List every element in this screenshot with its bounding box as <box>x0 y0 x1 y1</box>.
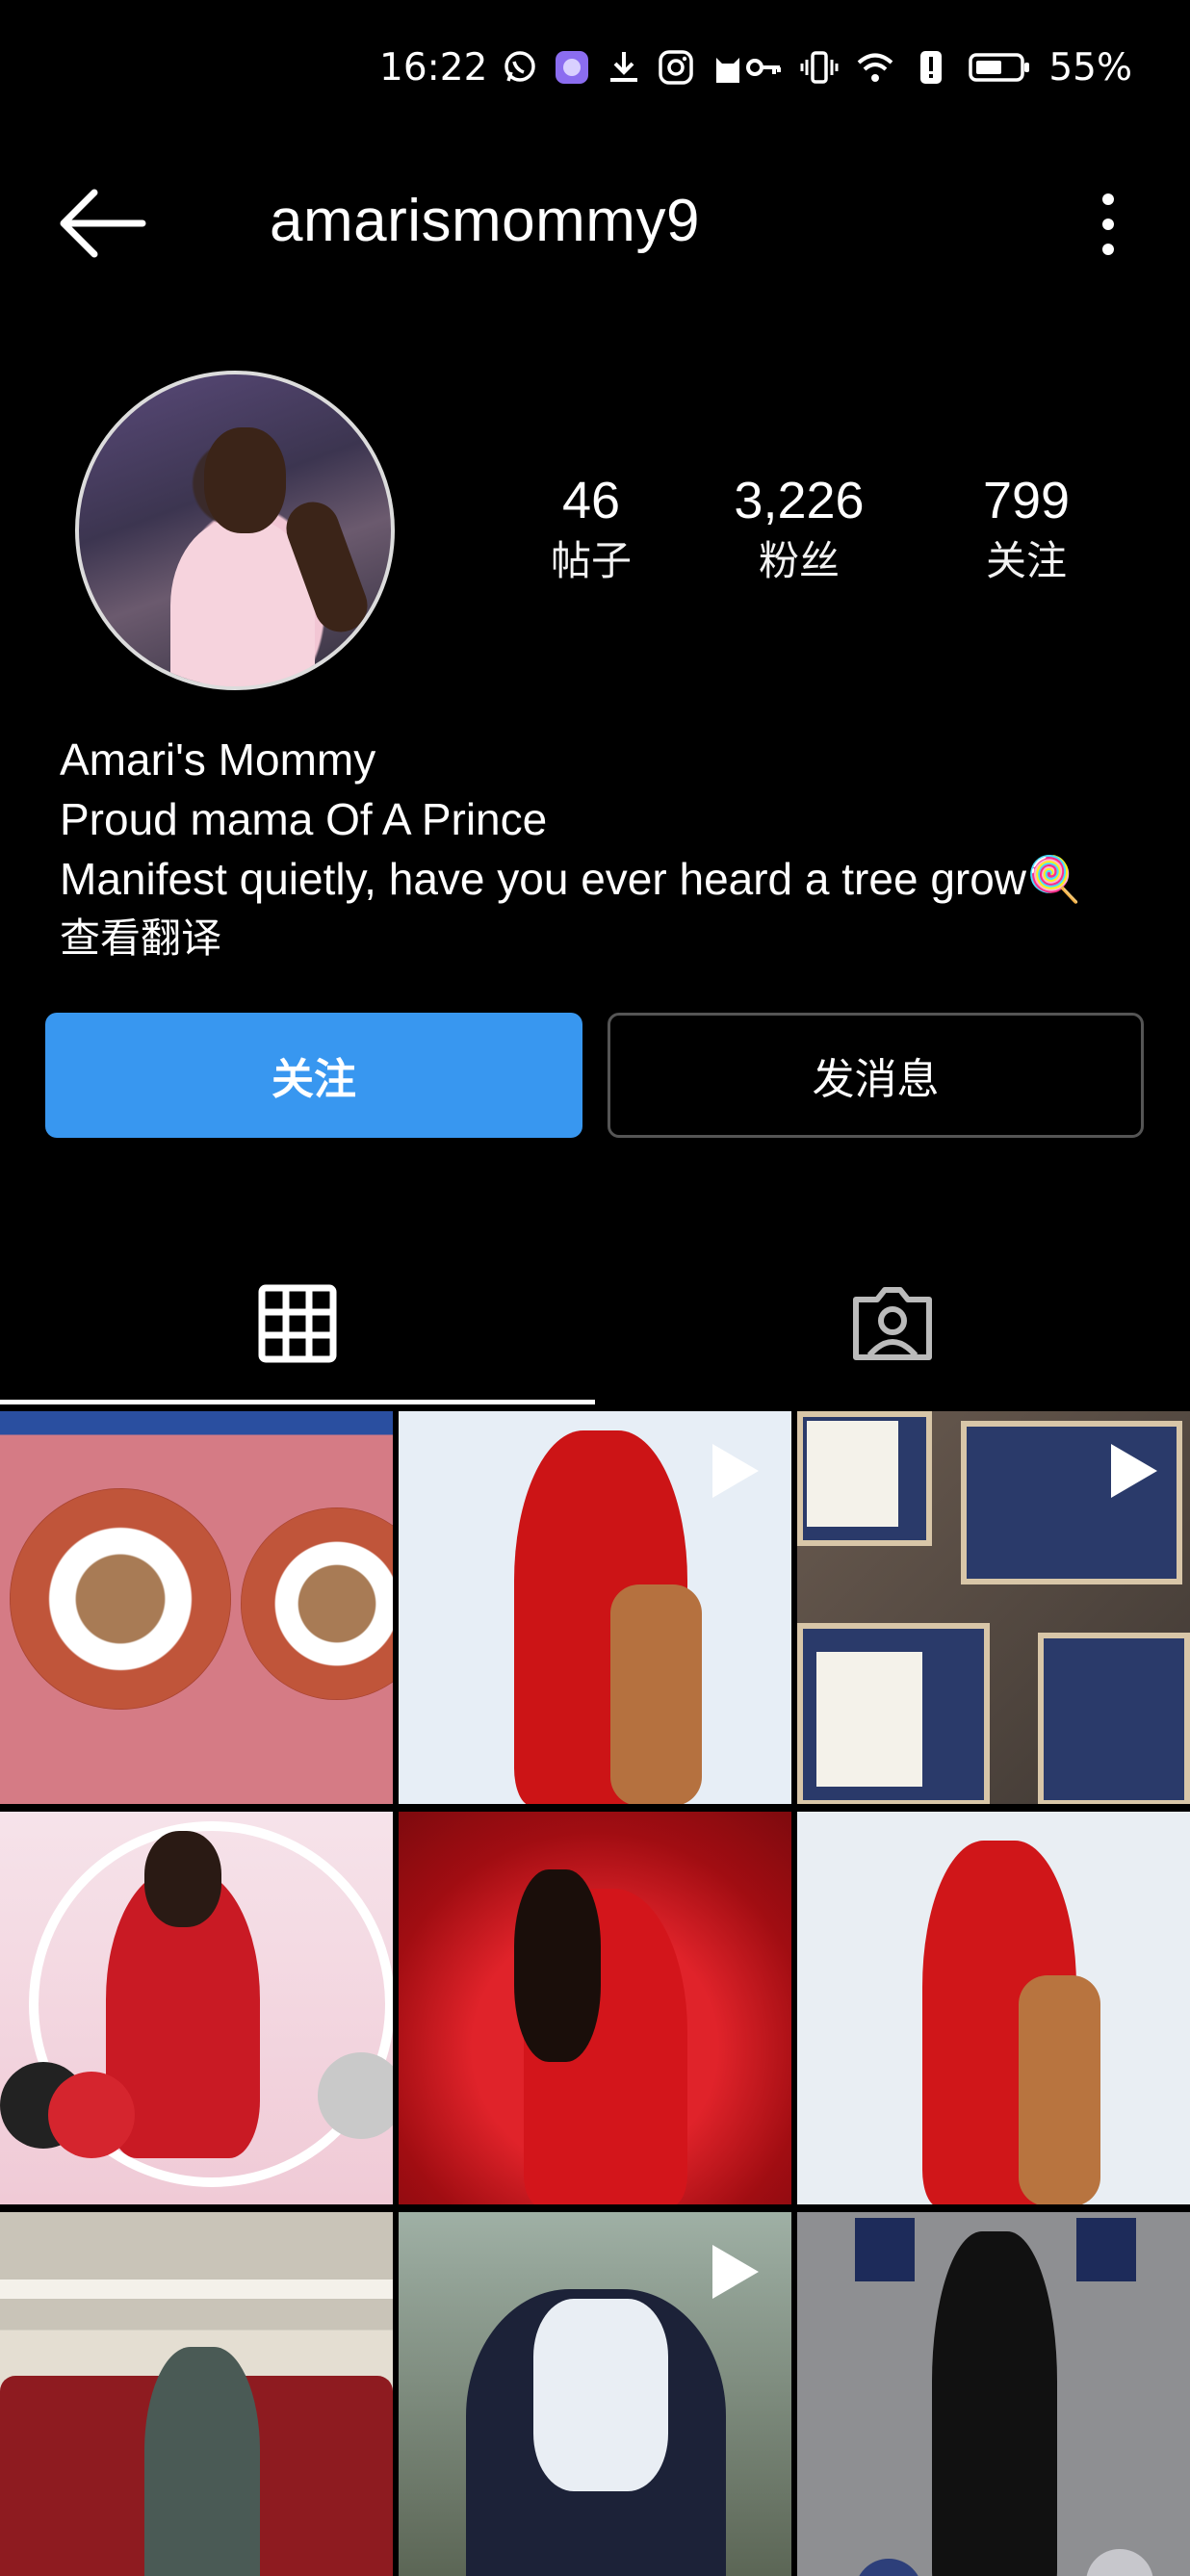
grid-tab[interactable] <box>0 1242 595 1405</box>
status-time: 16:22 <box>379 45 488 90</box>
alert-icon <box>912 48 950 87</box>
profile-username: amarismommy9 <box>270 188 700 254</box>
post-figure-head <box>144 1831 221 1927</box>
post-thumbnail[interactable] <box>0 1411 393 1804</box>
active-tab-indicator <box>0 1400 595 1404</box>
stat-posts-label: 帖子 <box>550 537 632 584</box>
stat-following-label: 关注 <box>985 537 1067 584</box>
profile-display-name: Amari's Mommy <box>60 734 376 785</box>
status-bar: 16:22 55% <box>0 0 1190 135</box>
post-thumbnail[interactable] <box>0 2212 393 2576</box>
video-play-icon <box>1111 1444 1157 1498</box>
key-icon <box>744 48 783 87</box>
post-food-bowl <box>241 1507 393 1700</box>
profile-stats: 46 帖子 3,226 粉丝 799 关注 <box>501 470 1098 595</box>
post-thumbnail[interactable] <box>797 1411 1190 1804</box>
download-icon <box>605 48 643 87</box>
battery-percent: 55% <box>1048 45 1132 90</box>
app-icon <box>553 48 591 87</box>
stat-followers-label: 粉丝 <box>758 537 840 584</box>
post-poster <box>855 2218 915 2281</box>
see-translation-link[interactable]: 查看翻译 <box>60 909 1157 968</box>
post-figure-top <box>533 2299 668 2491</box>
post-balloon <box>855 2559 922 2576</box>
whatsapp-icon <box>501 48 539 87</box>
stat-following-value: 799 <box>982 472 1071 529</box>
post-railing <box>0 2280 393 2299</box>
back-arrow-icon <box>60 189 146 258</box>
avatar-face <box>204 427 286 533</box>
bio-line-2: Manifest quietly, have you ever heard a … <box>60 854 1082 904</box>
post-box <box>1038 1633 1190 1804</box>
message-button[interactable]: 发消息 <box>608 1013 1144 1138</box>
cat-icon <box>709 48 747 87</box>
post-balloon <box>48 2072 135 2158</box>
profile-avatar[interactable] <box>75 371 395 690</box>
stat-posts-value: 46 <box>561 472 621 529</box>
bio-line-1: Proud mama Of A Prince <box>60 794 548 844</box>
video-play-icon <box>712 1444 759 1498</box>
post-thumbnail[interactable] <box>399 2212 791 2576</box>
battery-icon <box>968 48 1031 87</box>
status-left: 16:22 <box>379 42 747 92</box>
stat-followers-value: 3,226 <box>734 472 865 529</box>
post-figure <box>144 2347 260 2576</box>
status-right: 55% <box>744 42 1132 92</box>
instagram-icon <box>657 48 695 87</box>
wifi-icon <box>856 48 894 87</box>
video-play-icon <box>712 2245 759 2299</box>
stat-following[interactable]: 799 关注 <box>930 470 1123 591</box>
grid-icon <box>258 1284 337 1363</box>
more-dot <box>1102 243 1114 255</box>
back-button[interactable] <box>58 185 146 262</box>
post-thumbnail[interactable] <box>0 1812 393 2204</box>
post-grid <box>0 1411 1190 2576</box>
tagged-tab[interactable] <box>595 1242 1190 1405</box>
more-options-button[interactable] <box>1074 183 1142 265</box>
profile-header: amarismommy9 <box>0 164 1190 284</box>
stat-followers[interactable]: 3,226 粉丝 <box>703 470 895 591</box>
vibrate-icon <box>800 48 839 87</box>
post-figure-leg <box>610 1584 702 1804</box>
post-card <box>816 1652 922 1787</box>
post-figure <box>932 2231 1057 2576</box>
post-thumbnail[interactable] <box>797 1812 1190 2204</box>
post-poster <box>1076 2218 1136 2281</box>
stat-posts[interactable]: 46 帖子 <box>495 470 687 591</box>
post-thumbnail[interactable] <box>797 2212 1190 2576</box>
more-vertical-icon <box>1102 193 1114 205</box>
profile-bio: Amari's Mommy Proud mama Of A Prince Man… <box>60 730 1157 968</box>
post-thumbnail[interactable] <box>399 1411 791 1804</box>
post-food-bowl <box>10 1488 231 1710</box>
post-balloon <box>1086 2549 1153 2576</box>
post-figure-leg <box>1019 1975 1100 2204</box>
post-figure-hair <box>514 1869 601 2062</box>
tagged-user-icon <box>853 1287 932 1360</box>
post-thumbnail[interactable] <box>399 1812 791 2204</box>
profile-tabs <box>0 1242 1190 1405</box>
more-dot <box>1102 218 1114 230</box>
follow-button[interactable]: 关注 <box>45 1013 582 1138</box>
post-card <box>807 1421 898 1527</box>
